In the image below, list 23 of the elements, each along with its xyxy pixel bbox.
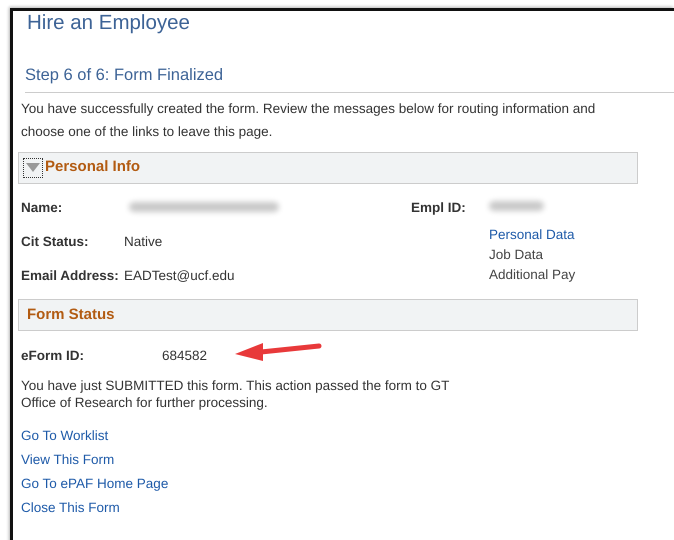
disabled-link: Additional Pay	[489, 266, 576, 284]
status-message: You have just SUBMITTED this form. This action passed the form to GT Office of Research for further processing.	[21, 376, 450, 410]
field-label: Empl ID:	[411, 198, 467, 217]
link[interactable]: Go To ePAF Home Page	[21, 474, 168, 494]
page-title: Hire an Employee	[27, 10, 191, 36]
collapse-toggle[interactable]	[23, 158, 43, 178]
field-label: Email Address:	[21, 267, 120, 285]
section-title: Personal Info	[45, 157, 140, 178]
field-value: 684582	[162, 347, 208, 366]
field-value: Native	[124, 234, 162, 249]
link[interactable]: Close This Form	[21, 498, 120, 518]
section-title: Form Status	[27, 305, 115, 325]
field-label: Cit Status:	[21, 232, 90, 251]
field-value: EADTest@ucf.edu	[124, 268, 235, 283]
step-title: Step 6 of 6: Form Finalized	[25, 62, 674, 92]
link[interactable]: View This Form	[21, 450, 114, 470]
link[interactable]: Go To Worklist	[21, 426, 108, 446]
intro-text: You have successfully created the form. Review the messages below for routing information and choose one of the links to leave this page.	[21, 100, 596, 141]
field-label: eForm ID:	[21, 347, 86, 366]
link[interactable]: Personal Data	[489, 224, 575, 245]
field-label: Name:	[21, 198, 64, 216]
caret-icon	[26, 163, 40, 172]
disabled-link: Job Data	[489, 246, 544, 264]
